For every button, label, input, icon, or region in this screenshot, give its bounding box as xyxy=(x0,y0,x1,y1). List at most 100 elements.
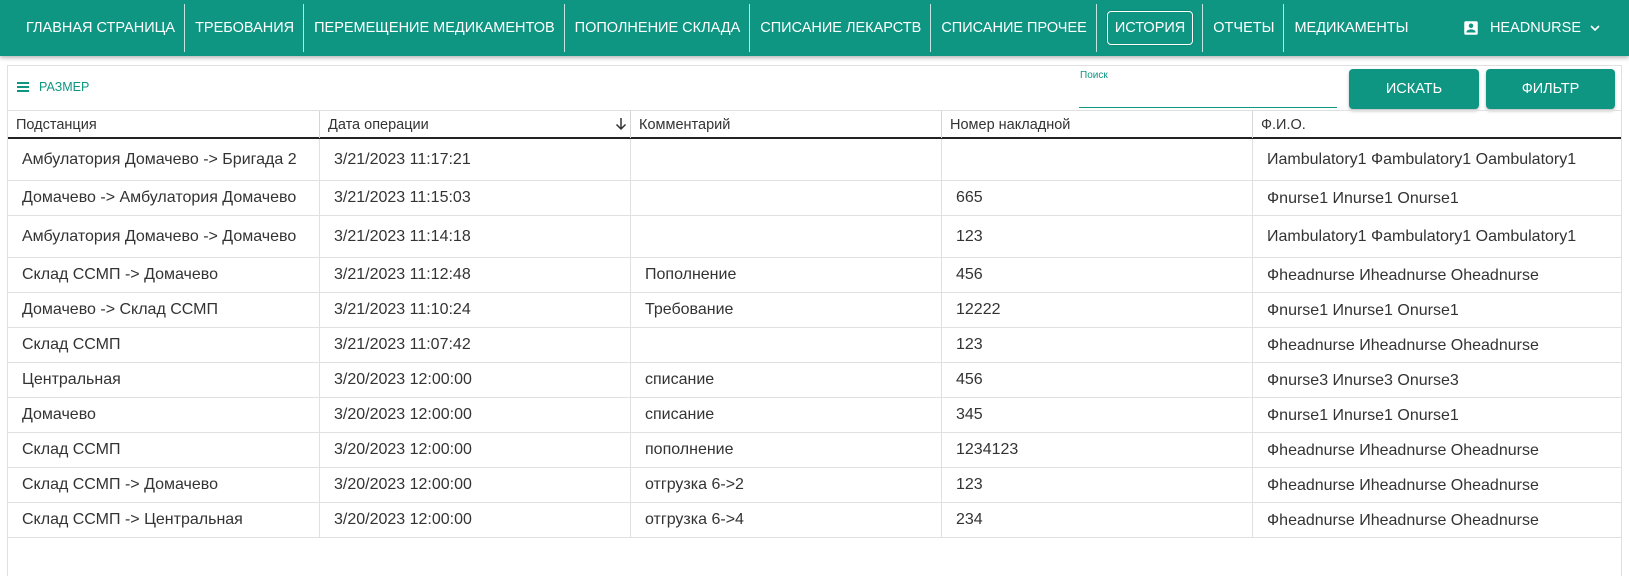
column-header-substation-label: Подстанция xyxy=(16,116,97,133)
table-row[interactable]: Склад ССМП 3/20/2023 12:00:00 пополнение 12… xyxy=(8,433,1621,468)
table-row[interactable]: Амбулатория Домачево -> Бригада 2 3/21/20… xyxy=(8,139,1621,181)
column-header-comment[interactable]: Комментарий xyxy=(630,111,941,138)
cell-full-name-text: Фheadnurse Иheadnurse Оheadnurse xyxy=(1267,476,1539,494)
table-row[interactable]: Центральная 3/20/2023 12:00:00 списание 456… xyxy=(8,363,1621,398)
nav-requests[interactable]: Требования xyxy=(185,0,305,56)
cell-invoice-number: 123 xyxy=(941,468,1252,502)
table-row[interactable]: Домачево 3/20/2023 12:00:00 списание 345 Фnu… xyxy=(8,398,1621,433)
nav-drug-writeoff[interactable]: Списание лекарств xyxy=(750,0,932,56)
column-header-full-name[interactable]: Ф.И.О. xyxy=(1252,111,1621,138)
top-app-bar: Главная страница Требования Перемещение … xyxy=(0,0,1629,56)
cell-invoice-number-text: 123 xyxy=(956,336,983,353)
cell-substation-text: Амбулатория Домачево -> Бригада 2 xyxy=(22,150,297,168)
cell-operation-date-text: 3/21/2023 11:12:48 xyxy=(334,266,471,283)
nav-requests-label: Требования xyxy=(195,20,295,36)
cell-full-name-text: Фnurse1 Иnurse1 Оnurse1 xyxy=(1267,189,1459,207)
main-nav: Главная страница Требования Перемещение … xyxy=(0,0,1418,56)
cell-comment: пополнение xyxy=(630,433,941,467)
cell-invoice-number: 1234123 xyxy=(941,433,1252,467)
cell-substation-text: Домачево xyxy=(22,406,96,423)
cell-substation-text: Амбулатория Домачево -> Домачево xyxy=(22,227,297,245)
cell-full-name: Иambulatory1 Фambulatory1 Оambulatory1 xyxy=(1252,216,1621,257)
column-header-substation[interactable]: Подстанция xyxy=(8,111,319,138)
cell-full-name-text: Фheadnurse Иheadnurse Оheadnurse xyxy=(1267,336,1539,354)
cell-comment: Требование xyxy=(630,293,941,327)
arrow-down-icon[interactable] xyxy=(614,117,628,131)
table-row[interactable]: Склад ССМП -> Домачево 3/20/2023 12:00:00… xyxy=(8,468,1621,503)
cell-operation-date-text: 3/20/2023 12:00:00 xyxy=(334,476,472,493)
cell-invoice-number: 12222 xyxy=(941,293,1252,327)
search-label: Поиск xyxy=(1080,70,1108,81)
column-header-invoice-number[interactable]: Номер накладной xyxy=(941,111,1252,138)
column-header-operation-date[interactable]: Дата операции xyxy=(319,111,630,138)
nav-other-writeoff[interactable]: Списание прочее xyxy=(931,0,1098,56)
cell-substation-text: Склад ССМП -> Домачево xyxy=(22,476,218,493)
cell-operation-date: 3/20/2023 12:00:00 xyxy=(319,468,630,502)
cell-substation: Склад ССМП xyxy=(8,433,319,467)
table-body: Амбулатория Домачево -> Бригада 2 3/21/20… xyxy=(8,139,1621,538)
table-row[interactable]: Склад ССМП -> Центральная 3/20/2023 12:00… xyxy=(8,503,1621,538)
cell-full-name: Фheadnurse Иheadnurse Оheadnurse xyxy=(1252,433,1621,467)
column-header-comment-label: Комментарий xyxy=(639,116,731,133)
menu-lines-icon xyxy=(17,82,29,92)
cell-operation-date-text: 3/21/2023 11:10:24 xyxy=(334,301,471,318)
table-row[interactable]: Склад ССМП -> Домачево 3/21/2023 11:12:48… xyxy=(8,258,1621,293)
cell-substation-text: Домачево -> Амбулатория Домачево xyxy=(22,189,297,206)
cell-full-name-text: Фheadnurse Иheadnurse Оheadnurse xyxy=(1267,266,1539,284)
table-row[interactable]: Домачево -> Амбулатория Домачево 3/21/202… xyxy=(8,181,1621,216)
cell-operation-date: 3/20/2023 12:00:00 xyxy=(319,398,630,432)
nav-reports[interactable]: Отчеты xyxy=(1203,0,1285,56)
nav-medications-label: Медикаменты xyxy=(1294,20,1409,36)
cell-invoice-number: 123 xyxy=(941,328,1252,362)
cell-full-name: Фheadnurse Иheadnurse Оheadnurse xyxy=(1252,328,1621,362)
cell-invoice-number: 345 xyxy=(941,398,1252,432)
cell-operation-date: 3/21/2023 11:14:18 xyxy=(319,216,630,257)
grid-toolbar: Размер Поиск Искать Фильтр xyxy=(8,66,1621,111)
cell-full-name: Фheadnurse Иheadnurse Оheadnurse xyxy=(1252,468,1621,502)
cell-invoice-number-text: 12222 xyxy=(956,301,1001,318)
density-label: Размер xyxy=(39,80,90,94)
cell-comment-text: отгрузка 6->2 xyxy=(645,476,744,493)
user-name: HEADNURSE xyxy=(1489,20,1581,36)
cell-operation-date-text: 3/20/2023 12:00:00 xyxy=(334,371,472,388)
cell-operation-date-text: 3/21/2023 11:15:03 xyxy=(334,189,471,206)
cell-operation-date: 3/20/2023 12:00:00 xyxy=(319,433,630,467)
cell-comment: списание xyxy=(630,363,941,397)
cell-full-name: Иambulatory1 Фambulatory1 Оambulatory1 xyxy=(1252,139,1621,180)
nav-home-label: Главная страница xyxy=(26,20,176,36)
nav-stock-replenishment[interactable]: Пополнение склада xyxy=(565,0,751,56)
cell-operation-date-text: 3/20/2023 12:00:00 xyxy=(334,441,472,458)
nav-medication-transfer[interactable]: Перемещение медикаментов xyxy=(304,0,565,56)
search-button[interactable]: Искать xyxy=(1349,69,1479,109)
density-button[interactable]: Размер xyxy=(16,80,89,94)
table-row[interactable]: Домачево -> Склад ССМП 3/21/2023 11:10:24… xyxy=(8,293,1621,328)
nav-medications[interactable]: Медикаменты xyxy=(1284,0,1418,56)
cell-full-name-text: Фnurse3 Иnurse3 Оnurse3 xyxy=(1267,371,1459,389)
search-field: Поиск xyxy=(1079,66,1337,110)
cell-full-name-text: Фheadnurse Иheadnurse Оheadnurse xyxy=(1267,511,1539,529)
table-row[interactable]: Склад ССМП 3/21/2023 11:07:42 123 Фheadnurs… xyxy=(8,328,1621,363)
cell-operation-date-text: 3/21/2023 11:07:42 xyxy=(334,336,471,353)
nav-other-writeoff-label: Списание прочее xyxy=(941,20,1087,36)
cell-comment xyxy=(630,139,941,180)
cell-operation-date-text: 3/20/2023 12:00:00 xyxy=(334,406,472,423)
cell-full-name-text: Иambulatory1 Фambulatory1 Оambulatory1 xyxy=(1267,151,1577,168)
cell-comment xyxy=(630,181,941,215)
cell-comment xyxy=(630,328,941,362)
cell-operation-date: 3/20/2023 12:00:00 xyxy=(319,503,630,537)
nav-history[interactable]: История xyxy=(1097,0,1204,56)
cell-operation-date-text: 3/21/2023 11:14:18 xyxy=(334,227,471,245)
table-row[interactable]: Амбулатория Домачево -> Домачево 3/21/202… xyxy=(8,216,1621,258)
nav-stock-replenishment-label: Пополнение склада xyxy=(574,20,741,36)
nav-drug-writeoff-label: Списание лекарств xyxy=(760,20,922,36)
filter-button[interactable]: Фильтр xyxy=(1486,69,1615,109)
search-input[interactable] xyxy=(1079,84,1337,108)
user-menu[interactable]: HEADNURSE xyxy=(1462,0,1601,56)
cell-comment-text: Пополнение xyxy=(645,266,737,283)
nav-home[interactable]: Главная страница xyxy=(16,0,186,56)
cell-invoice-number-text: 456 xyxy=(956,266,983,283)
cell-operation-date: 3/21/2023 11:07:42 xyxy=(319,328,630,362)
cell-comment: Пополнение xyxy=(630,258,941,292)
cell-full-name: Фnurse3 Иnurse3 Оnurse3 xyxy=(1252,363,1621,397)
cell-substation: Домачево xyxy=(8,398,319,432)
